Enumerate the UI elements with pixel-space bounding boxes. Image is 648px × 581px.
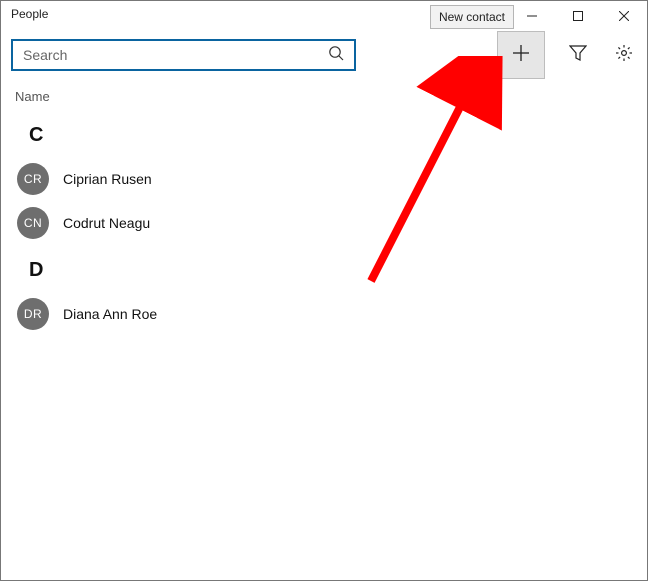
filter-icon [569,44,587,67]
contact-name: Diana Ann Roe [63,306,157,322]
contact-name: Ciprian Rusen [63,171,152,187]
filter-button[interactable] [555,31,601,79]
new-contact-button[interactable] [497,31,545,79]
search-box[interactable] [11,39,356,71]
maximize-button[interactable] [555,1,601,31]
column-header-name: Name [1,79,647,110]
contact-list: C CR Ciprian Rusen CN Codrut Neagu D DR … [1,110,647,336]
toolbar-right [497,31,647,79]
app-title: People [1,1,48,21]
search-icon [328,45,344,66]
group-header-d[interactable]: D [11,245,637,292]
minimize-button[interactable] [509,1,555,31]
close-button[interactable] [601,1,647,31]
new-contact-tooltip: New contact [430,5,514,29]
settings-button[interactable] [601,31,647,79]
contact-row[interactable]: DR Diana Ann Roe [11,292,637,336]
toolbar [1,31,647,79]
contact-row[interactable]: CN Codrut Neagu [11,201,637,245]
group-header-c[interactable]: C [11,110,637,157]
avatar: CN [17,207,49,239]
window-controls [509,1,647,31]
window-titlebar: People [1,1,647,31]
plus-icon [512,44,530,67]
contact-row[interactable]: CR Ciprian Rusen [11,157,637,201]
gear-icon [615,44,633,67]
avatar: DR [17,298,49,330]
avatar: CR [17,163,49,195]
contact-name: Codrut Neagu [63,215,150,231]
search-input[interactable] [23,47,328,63]
